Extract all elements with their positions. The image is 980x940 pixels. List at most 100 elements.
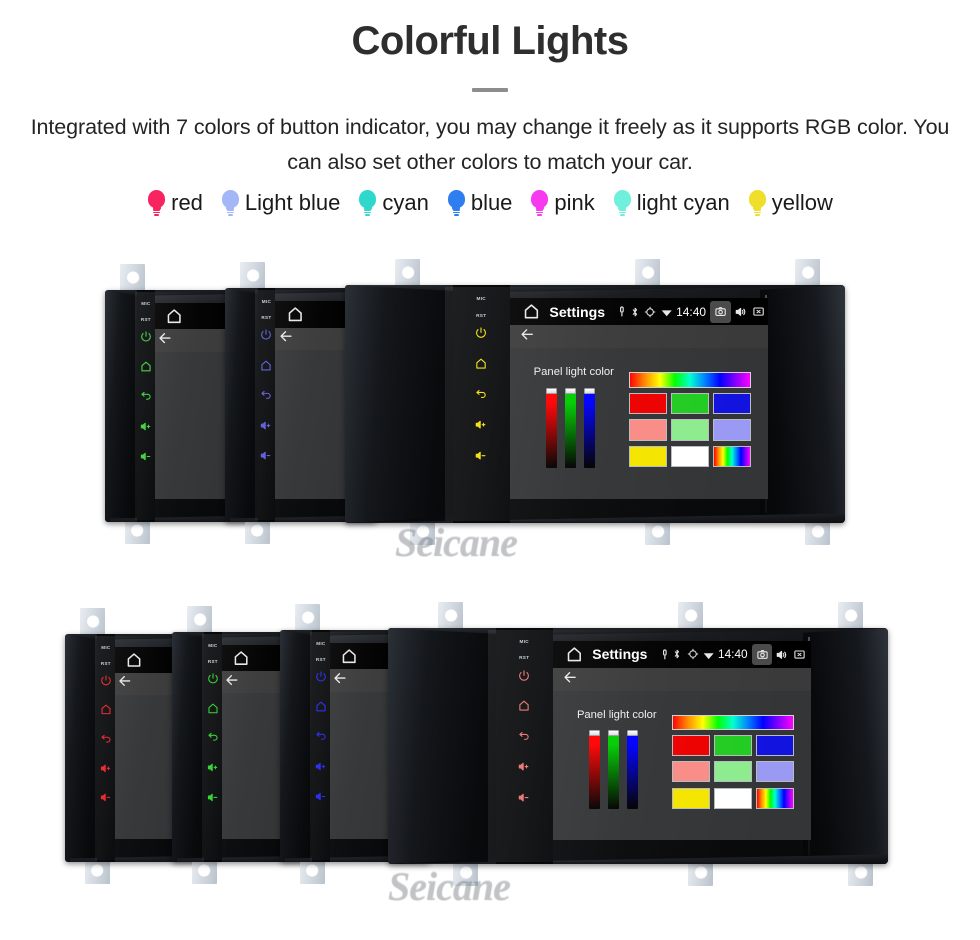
color-swatch-grid[interactable] (671, 714, 794, 809)
home-icon[interactable] (286, 305, 305, 324)
light-green-swatch[interactable] (670, 419, 709, 441)
volume-down-button[interactable] (475, 449, 488, 467)
slider-thumb[interactable] (588, 729, 600, 736)
volume-down-button[interactable] (314, 790, 327, 808)
home-icon[interactable] (340, 647, 358, 665)
led-button-column[interactable]: MIC RST (97, 634, 115, 862)
back-arrow-icon[interactable] (562, 669, 579, 691)
slider-thumb[interactable] (545, 387, 557, 394)
camera-icon[interactable] (710, 300, 731, 323)
home-icon[interactable] (125, 651, 143, 669)
power-button[interactable] (518, 669, 531, 687)
back-arrow-icon[interactable] (117, 673, 133, 694)
yellow-swatch[interactable] (628, 445, 667, 468)
home-icon[interactable] (165, 307, 183, 325)
back-button[interactable] (314, 730, 327, 748)
home-button[interactable] (99, 703, 112, 721)
power-button[interactable] (314, 670, 327, 688)
volume-up-button[interactable] (99, 762, 112, 780)
red-slider[interactable] (545, 387, 557, 468)
slider-thumb[interactable] (565, 387, 576, 394)
blue-slider[interactable] (627, 729, 639, 810)
volume-up-button[interactable] (139, 420, 152, 438)
home-icon[interactable] (522, 302, 541, 321)
back-arrow-icon[interactable] (332, 670, 348, 691)
volume-up-button[interactable] (206, 761, 219, 779)
volume-down-button[interactable] (139, 450, 152, 468)
blue-swatch[interactable] (712, 392, 751, 415)
blue-swatch[interactable] (755, 734, 794, 757)
rainbow-swatch[interactable] (628, 372, 751, 388)
led-button-column[interactable]: MIC RST (257, 288, 276, 522)
led-button-column[interactable]: MIC RST (452, 285, 510, 523)
rainbow-small-swatch[interactable] (755, 787, 794, 809)
slider-thumb[interactable] (627, 729, 639, 736)
volume-down-button[interactable] (99, 791, 112, 809)
home-icon[interactable] (565, 645, 584, 664)
power-button[interactable] (206, 672, 219, 690)
touch-screen[interactable] (275, 300, 354, 499)
back-arrow-icon[interactable] (224, 672, 240, 693)
back-arrow-icon[interactable] (157, 330, 173, 351)
volume-up-button[interactable] (475, 418, 488, 436)
led-button-column[interactable]: MIC RST (312, 630, 330, 862)
light-blue-swatch[interactable] (755, 761, 794, 783)
slider-thumb[interactable] (584, 387, 596, 394)
back-button[interactable] (518, 730, 531, 748)
mic-icon[interactable] (658, 648, 672, 662)
white-swatch[interactable] (713, 787, 752, 809)
home-icon[interactable] (232, 649, 250, 667)
home-button[interactable] (518, 699, 531, 717)
green-slider[interactable] (565, 387, 576, 468)
back-button[interactable] (475, 388, 488, 406)
unit-salmon[interactable]: MIC RST Settings 14:40 Panel light color (388, 602, 888, 886)
volume-down-button[interactable] (518, 791, 531, 809)
back-button[interactable] (260, 389, 273, 407)
home-button[interactable] (475, 357, 488, 375)
slider-thumb[interactable] (608, 729, 619, 736)
touch-screen[interactable] (154, 302, 232, 499)
light-red-swatch[interactable] (628, 419, 667, 441)
touch-screen[interactable]: Settings 14:40 Panel light color (510, 298, 768, 500)
red-slider[interactable] (588, 729, 600, 810)
touch-screen[interactable]: Settings 14:40 Panel light color (553, 640, 811, 841)
volume-up-button[interactable] (260, 419, 273, 437)
rainbow-swatch[interactable] (671, 714, 794, 730)
home-button[interactable] (206, 701, 219, 719)
green-slider[interactable] (608, 729, 619, 810)
back-arrow-icon[interactable] (278, 328, 294, 349)
yellow-swatch[interactable] (671, 787, 710, 809)
home-button[interactable] (139, 360, 152, 378)
green-swatch[interactable] (713, 734, 752, 757)
home-button[interactable] (260, 359, 273, 377)
light-green-swatch[interactable] (713, 761, 752, 783)
rgb-sliders[interactable] (545, 387, 596, 468)
led-button-column[interactable]: MIC RST (204, 632, 222, 862)
volume-down-button[interactable] (206, 791, 219, 809)
volume-icon[interactable] (734, 305, 748, 319)
close-icon[interactable] (793, 648, 806, 661)
led-button-column[interactable]: MIC RST (495, 628, 553, 864)
led-button-column[interactable]: MIC RST (137, 290, 155, 522)
unit-yellow[interactable]: MIC RST Settings 14:40 Panel light color (345, 259, 845, 545)
light-blue-swatch[interactable] (712, 419, 751, 441)
red-swatch[interactable] (628, 392, 667, 415)
power-button[interactable] (260, 328, 273, 346)
volume-down-button[interactable] (260, 449, 273, 467)
power-button[interactable] (139, 330, 152, 348)
red-swatch[interactable] (671, 734, 710, 757)
volume-up-button[interactable] (314, 760, 327, 778)
home-button[interactable] (314, 700, 327, 718)
mic-icon[interactable] (615, 305, 629, 319)
white-swatch[interactable] (670, 445, 709, 468)
color-swatch-grid[interactable] (628, 372, 751, 468)
volume-up-button[interactable] (518, 760, 531, 778)
light-red-swatch[interactable] (671, 761, 710, 783)
camera-icon[interactable] (751, 643, 773, 666)
rainbow-small-swatch[interactable] (712, 445, 751, 468)
volume-icon[interactable] (775, 648, 789, 662)
panel-light-color-dialog[interactable]: Panel light color (527, 366, 751, 472)
rgb-sliders[interactable] (588, 729, 639, 810)
back-arrow-icon[interactable] (519, 326, 536, 348)
power-button[interactable] (99, 673, 112, 691)
